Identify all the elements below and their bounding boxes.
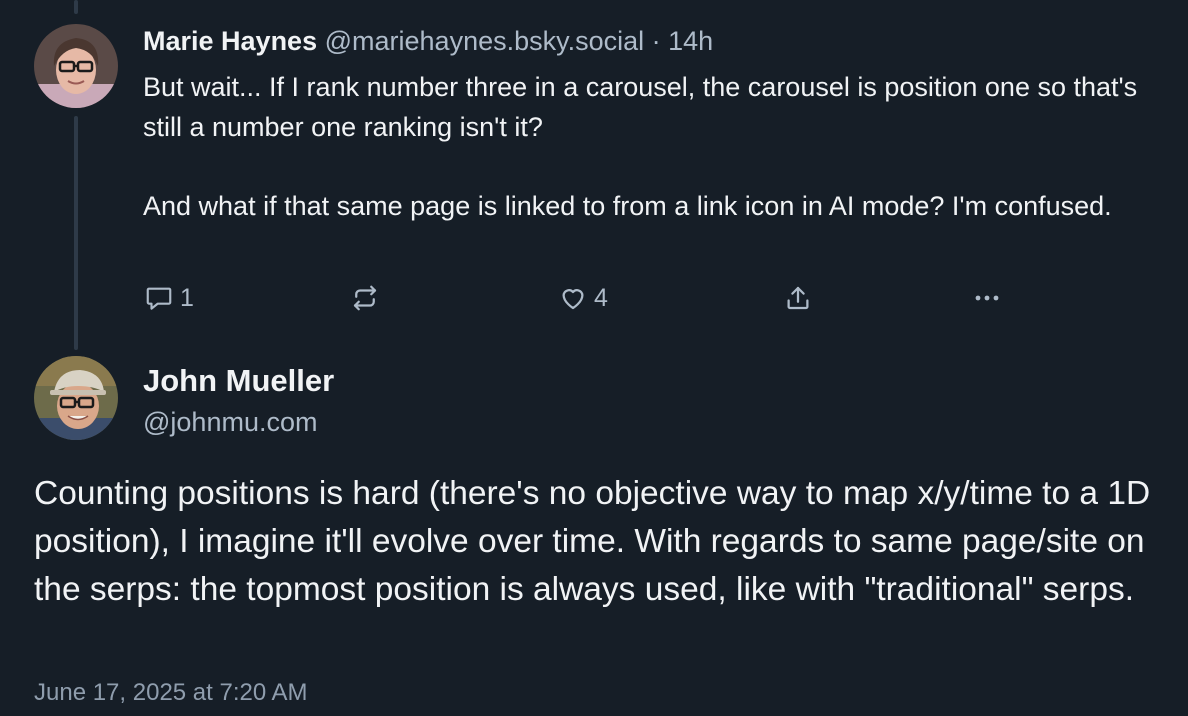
share-icon	[783, 283, 813, 313]
reply-button[interactable]: 1	[144, 281, 194, 315]
reply-header: Marie Haynes @mariehaynes.bsky.social · …	[143, 24, 713, 58]
reply-paragraph: But wait... If I rank number three in a …	[143, 72, 1138, 142]
like-button[interactable]: 4	[558, 281, 608, 315]
reply-icon	[144, 283, 174, 313]
thread-line-top	[74, 0, 78, 14]
reply-text: But wait... If I rank number three in a …	[143, 68, 1163, 226]
like-count: 4	[594, 283, 608, 312]
repost-button[interactable]	[350, 281, 380, 315]
reply-count: 1	[180, 283, 194, 312]
post-author-avatar[interactable]	[34, 356, 118, 440]
more-options-button[interactable]	[972, 281, 1008, 315]
repost-icon	[350, 283, 380, 313]
post-author-handle[interactable]: @johnmu.com	[143, 405, 317, 439]
post-author-name[interactable]: John Mueller	[143, 362, 334, 400]
reply-separator: ·	[644, 26, 669, 56]
share-button[interactable]	[783, 281, 813, 315]
reply-actions: 1 4	[0, 281, 1188, 315]
reply-author-avatar[interactable]	[34, 24, 118, 108]
like-icon	[558, 283, 588, 313]
reply-author-handle[interactable]: @mariehaynes.bsky.social	[325, 26, 645, 56]
reply-paragraph: And what if that same page is linked to …	[143, 190, 1112, 221]
post-text: Counting positions is hard (there's no o…	[34, 475, 1151, 608]
more-icon	[972, 283, 1008, 313]
post-timestamp: June 17, 2025 at 7:20 AM	[34, 679, 308, 706]
reply-author-name[interactable]: Marie Haynes	[143, 26, 317, 56]
reply-timestamp[interactable]: 14h	[668, 26, 713, 56]
